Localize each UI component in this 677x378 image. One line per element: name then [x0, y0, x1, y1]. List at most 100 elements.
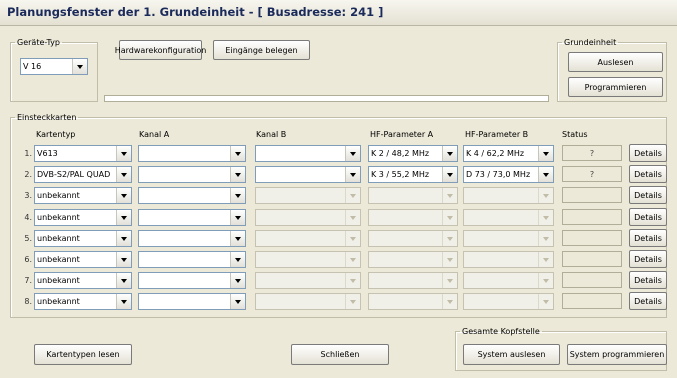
chevron-down-icon: [442, 294, 457, 309]
chevron-down-icon[interactable]: [345, 146, 360, 161]
chevron-down-icon[interactable]: [230, 252, 245, 267]
details-button[interactable]: Details: [629, 250, 667, 268]
hf-parameter-b-select[interactable]: D 73 / 73,0 MHz: [463, 166, 554, 183]
chevron-down-icon[interactable]: [230, 188, 245, 203]
hf-parameter-a-select[interactable]: K 2 / 48,2 MHz: [368, 145, 458, 162]
assign-inputs-button[interactable]: Eingänge belegen: [213, 40, 310, 60]
chevron-down-icon[interactable]: [230, 146, 245, 161]
hf-parameter-a-value: K 2 / 48,2 MHz: [371, 149, 430, 158]
row-number: 7.: [24, 276, 32, 285]
chevron-down-icon: [442, 231, 457, 246]
card-type-value: DVB-S2/PAL QUAD: [37, 170, 111, 179]
chevron-down-icon[interactable]: [230, 210, 245, 225]
window-title: Planungsfenster der 1. Grundeinheit - [ …: [0, 0, 677, 26]
details-button[interactable]: Details: [629, 229, 667, 247]
chevron-down-icon: [442, 210, 457, 225]
chevron-down-icon[interactable]: [116, 231, 131, 246]
details-button[interactable]: Details: [629, 292, 667, 310]
channel-a-select[interactable]: [138, 166, 246, 183]
hf-parameter-a-select[interactable]: K 3 / 55,2 MHz: [368, 166, 458, 183]
device-type-legend: Geräte-Typ: [17, 38, 60, 47]
chevron-down-icon[interactable]: [230, 167, 245, 182]
channel-a-select[interactable]: [138, 230, 246, 247]
status-field: [562, 230, 622, 246]
details-button[interactable]: Details: [629, 165, 667, 183]
details-button[interactable]: Details: [629, 271, 667, 289]
chevron-down-icon: [345, 294, 360, 309]
status-field: [562, 187, 622, 203]
hf-parameter-b-select: [463, 230, 554, 247]
chevron-down-icon[interactable]: [230, 231, 245, 246]
channel-b-select: [255, 187, 361, 204]
hf-parameter-b-value: D 73 / 73,0 MHz: [466, 170, 531, 179]
row-number: 3.: [24, 191, 32, 200]
chevron-down-icon[interactable]: [538, 167, 553, 182]
hardware-configuration-button[interactable]: Hardwarekonfiguration: [115, 40, 206, 60]
header-hf-parameter-b: HF-Parameter B: [465, 130, 529, 139]
channel-a-select[interactable]: [138, 187, 246, 204]
card-type-value: unbekannt: [37, 297, 80, 306]
chevron-down-icon: [442, 252, 457, 267]
card-type-select[interactable]: unbekannt: [34, 272, 132, 289]
hf-parameter-a-select: [368, 272, 458, 289]
card-type-select[interactable]: unbekannt: [34, 187, 132, 204]
chevron-down-icon[interactable]: [345, 167, 360, 182]
status-field: [562, 293, 622, 309]
device-type-select[interactable]: V 16: [20, 58, 88, 75]
details-button[interactable]: Details: [629, 144, 667, 162]
chevron-down-icon: [538, 252, 553, 267]
chevron-down-icon[interactable]: [72, 59, 87, 74]
details-button[interactable]: Details: [629, 186, 667, 204]
row-number: 1.: [24, 149, 32, 158]
chevron-down-icon[interactable]: [230, 294, 245, 309]
close-button[interactable]: Schließen: [291, 344, 389, 365]
chevron-down-icon[interactable]: [116, 273, 131, 288]
system-program-button[interactable]: System programmieren: [567, 344, 667, 365]
card-type-select[interactable]: V613: [34, 145, 132, 162]
chevron-down-icon: [538, 273, 553, 288]
chevron-down-icon[interactable]: [538, 146, 553, 161]
chevron-down-icon[interactable]: [230, 273, 245, 288]
chevron-down-icon[interactable]: [442, 146, 457, 161]
read-card-types-button[interactable]: Kartentypen lesen: [34, 344, 132, 365]
chevron-down-icon: [345, 252, 360, 267]
header-hf-parameter-a: HF-Parameter A: [370, 130, 434, 139]
channel-b-select: [255, 251, 361, 268]
chevron-down-icon[interactable]: [116, 252, 131, 267]
read-out-button[interactable]: Auslesen: [568, 52, 663, 72]
card-type-select[interactable]: DVB-S2/PAL QUAD: [34, 166, 132, 183]
chevron-down-icon[interactable]: [442, 167, 457, 182]
card-type-value: unbekannt: [37, 234, 80, 243]
chevron-down-icon[interactable]: [116, 188, 131, 203]
header-status: Status: [562, 130, 588, 139]
row-number: 2.: [24, 170, 32, 179]
status-field: [562, 209, 622, 225]
chevron-down-icon: [442, 188, 457, 203]
channel-a-select[interactable]: [138, 251, 246, 268]
channel-b-select[interactable]: [255, 166, 361, 183]
program-button[interactable]: Programmieren: [568, 77, 663, 97]
hf-parameter-b-select: [463, 187, 554, 204]
header-card-type: Kartentyp: [36, 130, 76, 139]
hf-parameter-b-select[interactable]: K 4 / 62,2 MHz: [463, 145, 554, 162]
headend-legend: Gesamte Kopfstelle: [462, 327, 540, 336]
details-button[interactable]: Details: [629, 208, 667, 226]
card-type-select[interactable]: unbekannt: [34, 293, 132, 310]
chevron-down-icon[interactable]: [116, 167, 131, 182]
channel-a-select[interactable]: [138, 272, 246, 289]
chevron-down-icon[interactable]: [116, 294, 131, 309]
hf-parameter-a-select: [368, 187, 458, 204]
card-type-select[interactable]: unbekannt: [34, 209, 132, 226]
channel-a-select[interactable]: [138, 209, 246, 226]
device-type-value: V 16: [23, 62, 42, 71]
header-channel-a: Kanal A: [139, 130, 170, 139]
system-read-button[interactable]: System auslesen: [463, 344, 560, 365]
card-type-select[interactable]: unbekannt: [34, 251, 132, 268]
chevron-down-icon[interactable]: [116, 210, 131, 225]
card-type-select[interactable]: unbekannt: [34, 230, 132, 247]
hf-parameter-a-select: [368, 251, 458, 268]
chevron-down-icon[interactable]: [116, 146, 131, 161]
channel-a-select[interactable]: [138, 145, 246, 162]
channel-a-select[interactable]: [138, 293, 246, 310]
channel-b-select[interactable]: [255, 145, 361, 162]
